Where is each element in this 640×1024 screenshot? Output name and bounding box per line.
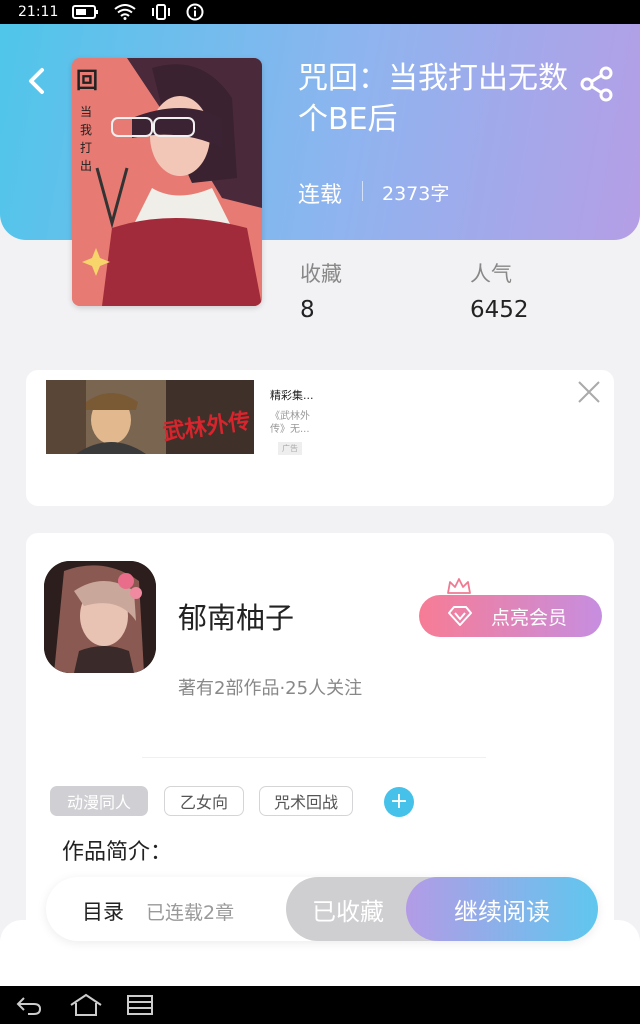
ad-description: 《武林外传》无...: [270, 411, 310, 435]
stat-label-favorites: 收藏: [300, 262, 342, 286]
author-avatar[interactable]: [44, 561, 156, 673]
back-button[interactable]: [22, 64, 52, 98]
status-bar: 21:11: [0, 0, 640, 24]
status-time: 21:11: [18, 4, 59, 20]
section-divider: [142, 757, 486, 758]
tag-jujutsu[interactable]: 咒术回战: [259, 786, 353, 816]
book-title: 咒回：当我打出无数个BE后: [298, 61, 568, 137]
svg-text:当: 当: [80, 105, 92, 119]
book-status: 连载: [298, 183, 343, 208]
system-nav-bar: [0, 986, 640, 1024]
crown-icon: [446, 577, 472, 595]
stat-value-favorites: 8: [300, 297, 315, 323]
nav-home-icon: [70, 993, 102, 1016]
diamond-icon: [448, 606, 472, 626]
svg-text:回: 回: [76, 69, 98, 94]
toc-button[interactable]: 目录: [82, 896, 124, 926]
author-name[interactable]: 郁南柚子: [178, 595, 294, 637]
tag-otome[interactable]: 乙女向: [164, 786, 244, 816]
svg-text:我: 我: [80, 123, 92, 137]
nav-recent-icon: [127, 995, 153, 1015]
ad-badge: 广告: [278, 442, 302, 455]
toc-status[interactable]: 已连载2章: [146, 898, 234, 925]
intro-label: 作品简介：: [62, 840, 173, 865]
ad-card[interactable]: 武林外传 精彩集... 《武林外传》无... 广告: [26, 370, 614, 506]
book-cover[interactable]: 回 当 我 打 出: [72, 58, 262, 306]
vip-button-label: 点亮会员: [491, 606, 568, 629]
bottom-action-bar: 目录 已连载2章 已收藏 继续阅读: [46, 877, 598, 941]
svg-text:打: 打: [80, 141, 92, 155]
ad-close-button[interactable]: [576, 379, 602, 405]
stat-label-popularity: 人气: [470, 262, 512, 286]
close-icon: [578, 381, 600, 403]
svg-text:出: 出: [80, 159, 92, 173]
chevron-left-icon: [29, 68, 44, 94]
nav-back-button[interactable]: [14, 993, 44, 1021]
nav-home-button[interactable]: [68, 993, 104, 1021]
vip-button[interactable]: 点亮会员: [419, 595, 602, 637]
wifi-icon: [114, 4, 136, 20]
continue-reading-label: 继续阅读: [454, 897, 550, 926]
continue-reading-button[interactable]: 继续阅读: [406, 877, 598, 941]
share-icon: [580, 66, 613, 102]
add-tag-button[interactable]: +: [384, 787, 414, 817]
ad-thumbnail: 武林外传: [46, 380, 254, 454]
vibrate-icon: [150, 4, 172, 20]
battery-icon: [72, 4, 100, 20]
ad-image[interactable]: 武林外传: [46, 380, 254, 454]
book-word-count: 2373字: [382, 183, 450, 205]
nav-recent-button[interactable]: [126, 993, 154, 1021]
plus-icon: +: [389, 789, 409, 814]
ad-title: 精彩集...: [270, 389, 314, 402]
author-meta: 著有2部作品·25人关注: [178, 678, 363, 699]
tag-anime[interactable]: 动漫同人: [50, 786, 148, 816]
stat-value-popularity: 6452: [470, 297, 529, 323]
share-button[interactable]: [578, 64, 616, 102]
info-icon: [186, 3, 204, 21]
cover-illustration: 回 当 我 打 出: [72, 58, 262, 306]
nav-back-icon: [16, 997, 42, 1015]
avatar-illustration: [44, 561, 156, 673]
collected-button-label: 已收藏: [312, 897, 384, 926]
status-divider: [362, 181, 363, 201]
